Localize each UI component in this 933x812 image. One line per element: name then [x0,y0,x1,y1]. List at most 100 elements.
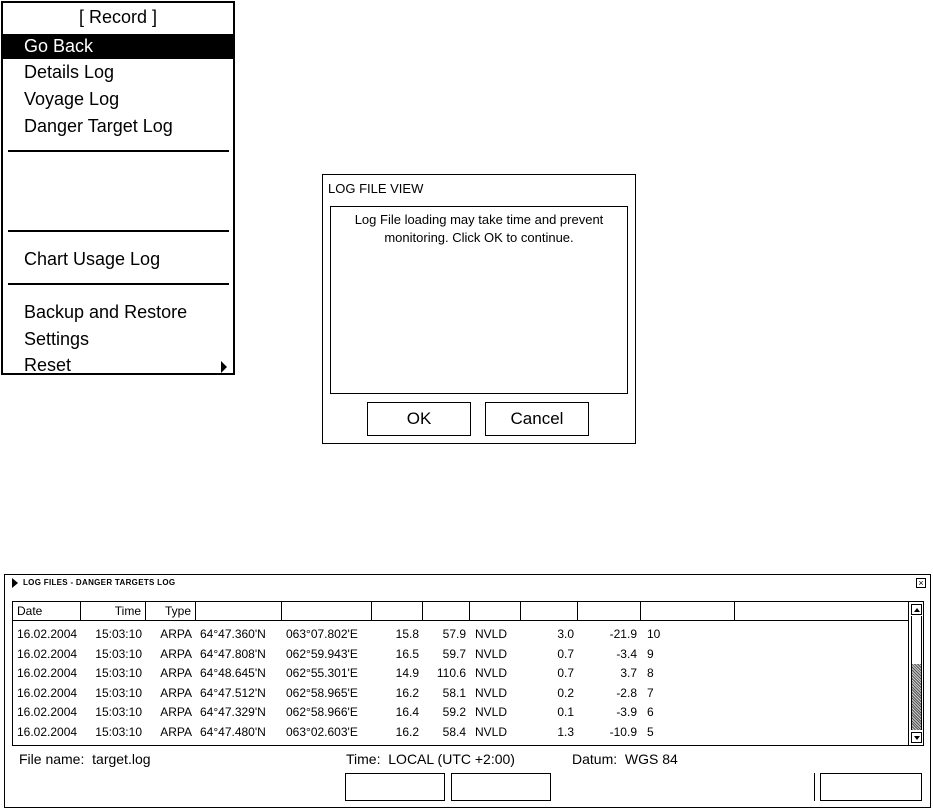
table-cell: 14.9 [395,666,419,680]
table-cell: 0.7 [557,666,574,680]
bottom-button-3[interactable] [820,773,922,801]
menu-title: [ Record ] [78,7,158,27]
table-cell: 58.4 [442,724,466,739]
table-cell: 16.02.2004 [17,666,78,680]
time-label: Time: [346,751,381,767]
table-cell: 10 [647,627,661,641]
column-header-time[interactable]: Time [81,602,146,621]
menu-item-settings[interactable]: Settings [3,327,233,352]
table-cell: ARPA [160,627,192,641]
table-cell: 062°59.943'E [286,646,358,661]
column-header-type[interactable]: Type [146,602,196,621]
log-table: Date Time Type 16.02.2004 15:03:10 ARPA 64°… [12,601,924,746]
column-header-tcpa[interactable] [578,602,641,621]
table-cell: 16.02.2004 [17,646,78,661]
menu-item-danger-target-log[interactable]: Danger Target Log [3,114,233,139]
menu-item-go-back[interactable]: Go Back [3,34,233,59]
table-cell: 062°55.301'E [286,666,358,680]
bottom-button-2[interactable] [451,773,551,801]
cancel-button[interactable]: Cancel [485,402,589,436]
column-header-course[interactable] [423,602,470,621]
table-cell: 15.8 [395,627,419,641]
vertical-scrollbar[interactable] [908,602,923,745]
table-cell: 16.02.2004 [17,627,78,641]
table-cell: NVLD [475,705,508,719]
column-header-target-id[interactable] [641,602,735,621]
column-header-latitude[interactable] [196,602,282,621]
menu-item-backup-and-restore[interactable]: Backup and Restore [3,300,233,325]
datum-label: Datum: [572,751,618,767]
ok-button[interactable]: OK [367,402,471,436]
menu-separator [8,150,229,152]
table-cell: -21.9 [609,627,637,641]
table-cell: 15:03:10 [95,724,142,739]
table-cell: ARPA [160,705,192,719]
table-cell: 16.2 [395,685,419,700]
time-status: Time: LOCAL (UTC +2:00) [346,751,515,767]
scroll-up-button[interactable] [911,604,922,615]
play-icon [12,578,18,588]
table-cell: -10.9 [609,724,637,739]
arrow-down-icon [914,736,920,740]
menu-item-chart-usage-log[interactable]: Chart Usage Log [3,247,233,272]
datum-value: WGS 84 [624,751,678,767]
scroll-track[interactable] [911,616,922,730]
bottom-button-1[interactable] [345,773,445,801]
dialog-title: LOG FILE VIEW [328,181,424,196]
table-cell: 57.9 [442,627,466,641]
scroll-thumb[interactable] [912,664,921,730]
table-cell: 3.7 [620,666,637,680]
table-cell: NVLD [475,724,508,739]
table-cell: ARPA [160,724,192,739]
menu-item-reset[interactable]: Reset [3,353,233,378]
table-cell: 062°58.965'E [286,685,358,700]
table-cell: 110.6 [436,666,466,680]
table-cell: 062°58.966'E [286,705,358,719]
table-cell: 16.02.2004 [17,705,78,719]
file-name-value: target.log [92,751,151,767]
column-header-status[interactable] [470,602,521,621]
menu-separator [8,283,229,285]
arrow-up-icon [914,608,920,612]
table-cell: 063°02.603'E [286,724,358,739]
table-cell: 59.2 [442,705,466,719]
table-cell: NVLD [475,646,508,661]
table-cell: 16.5 [395,646,419,661]
datum-status: Datum: WGS 84 [572,751,678,767]
table-cell: ARPA [160,685,192,700]
column-header-cpa[interactable] [521,602,578,621]
table-cell: ARPA [160,666,192,680]
column-header-longitude[interactable] [282,602,372,621]
table-cell: 063°07.802'E [286,627,358,641]
file-name-label: File name: [19,751,85,767]
menu-item-voyage-log[interactable]: Voyage Log [3,87,233,112]
table-cell: 15:03:10 [95,705,142,719]
column-header-speed[interactable] [372,602,423,621]
table-cell: 6 [647,705,654,719]
table-cell: 64°48.645'N [200,666,266,680]
column-header-extra[interactable] [735,602,908,621]
table-cell: 64°47.329'N [200,705,266,719]
table-cell: 15:03:10 [95,627,142,641]
table-cell: 16.02.2004 [17,685,78,700]
menu-item-reset-label: Reset [24,355,72,375]
table-cell: 16.4 [395,705,419,719]
table-cell: 15:03:10 [95,685,142,700]
column-header-date[interactable]: Date [13,602,81,621]
table-cell: 64°47.360'N [200,627,266,641]
table-cell: 0.2 [557,685,574,700]
close-icon[interactable]: × [916,578,926,588]
table-cell: 7 [647,685,654,700]
dialog-message: Log File loading may take time and preve… [330,206,628,394]
record-menu: [ Record ] Go Back Details Log Voyage Lo… [1,1,235,375]
arrow-right-icon [221,361,227,373]
table-cell: -3.9 [616,705,637,719]
table-cell: 15:03:10 [95,666,142,680]
table-cell: 59.7 [442,646,466,661]
table-cell: 58.1 [442,685,466,700]
scroll-down-button[interactable] [911,732,922,743]
table-cell: 15:03:10 [95,646,142,661]
menu-item-details-log[interactable]: Details Log [3,60,233,85]
table-cell: -3.4 [616,646,637,661]
table-cell: NVLD [475,627,508,641]
